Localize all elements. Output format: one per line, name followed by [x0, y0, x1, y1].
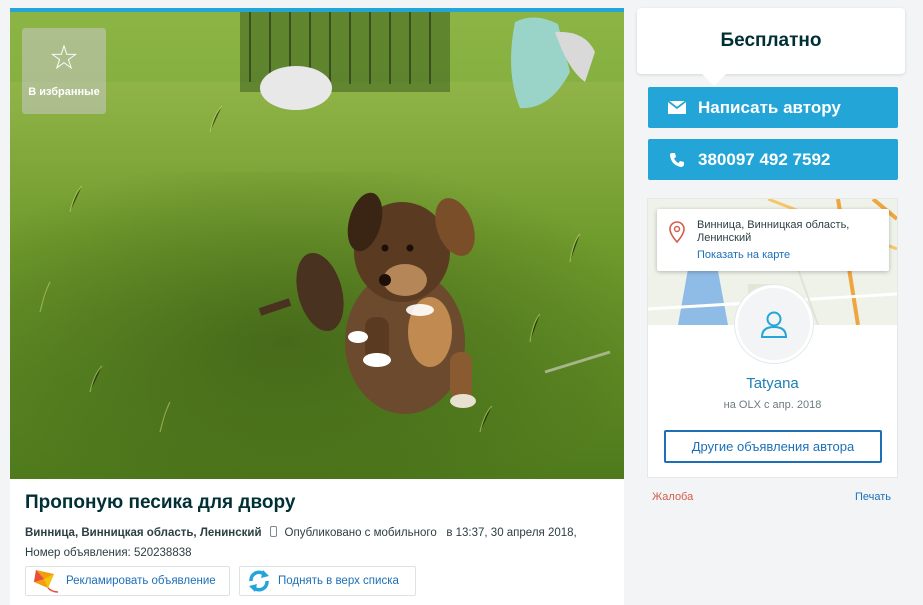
location-popup: Винница, Винницкая область, Ленинский По… [657, 209, 889, 271]
print-link[interactable]: Печать [855, 491, 891, 503]
ad-meta: Винница, Винницкая область, Ленинский Опу… [25, 523, 615, 563]
promote-ad-button[interactable]: Рекламировать объявление [25, 566, 230, 596]
price-bubble-tail [700, 72, 728, 86]
raise-ad-button[interactable]: Поднять в верх списка [239, 566, 416, 596]
map-pin-icon [669, 221, 685, 243]
seller-avatar[interactable] [735, 285, 813, 363]
ad-title: Пропоную песика для двору [25, 492, 296, 513]
promote-ad-label: Рекламировать объявление [66, 575, 216, 587]
envelope-icon [666, 101, 688, 114]
user-icon [760, 311, 788, 338]
complaint-link[interactable]: Жалоба [652, 491, 693, 503]
mobile-icon [269, 526, 277, 537]
star-icon: ☆ [48, 39, 80, 77]
page: ☆ В избранные Пропоную песика для двору … [0, 0, 923, 605]
price-box: Бесплатно [637, 8, 905, 74]
write-to-author-label: Написать автору [698, 97, 841, 117]
raise-ad-label: Поднять в верх списка [278, 575, 399, 587]
seller-name[interactable]: Tatyana [648, 375, 897, 392]
listing-photo[interactable]: ☆ В избранные [10, 12, 624, 479]
other-ads-button[interactable]: Другие объявления автора [664, 430, 882, 463]
ad-published-source: Опубликовано с мобильного [284, 527, 437, 539]
map-address: Винница, Винницкая область, Ленинский [697, 219, 850, 244]
phone-icon [666, 152, 688, 168]
refresh-icon [249, 570, 269, 592]
write-to-author-button[interactable]: Написать автору [648, 87, 898, 128]
favorites-label: В избранные [28, 86, 100, 98]
phone-number: 380097 492 7592 [698, 149, 831, 169]
seller-card: Винница, Винницкая область, Ленинский По… [647, 198, 898, 478]
show-phone-button[interactable]: 380097 492 7592 [648, 139, 898, 180]
add-to-favorites-button[interactable]: ☆ В избранные [22, 28, 106, 114]
listing-card: ☆ В избранные Пропоную песика для двору … [10, 8, 624, 605]
kite-icon [34, 570, 59, 593]
show-on-map-link[interactable]: Показать на карте [697, 249, 790, 261]
member-since: на OLX с апр. 2018 [723, 399, 822, 411]
price-label: Бесплатно [720, 30, 822, 51]
ad-location: Винница, Винницкая область, Ленинский [25, 527, 262, 539]
